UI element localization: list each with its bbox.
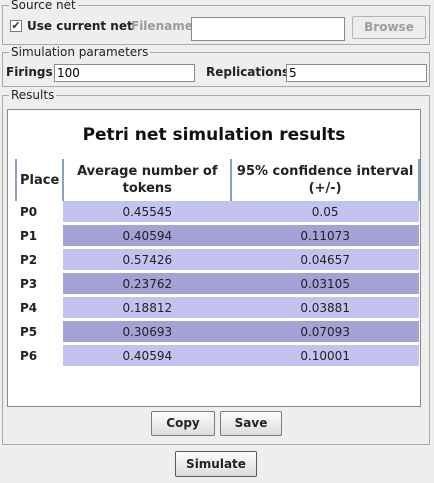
- firings-field[interactable]: [54, 64, 195, 82]
- firings-label: Firings:: [6, 65, 58, 79]
- filename-label: Filename:: [131, 19, 198, 33]
- average-tokens-cell: 0.45545: [63, 201, 232, 224]
- place-cell: P3: [16, 270, 64, 296]
- simulate-button[interactable]: Simulate: [175, 451, 257, 477]
- confidence-interval-cell: 0.03105: [231, 270, 419, 296]
- confidence-interval-cell: 0.05: [231, 201, 419, 224]
- use-current-net-option[interactable]: ✔ Use current net: [10, 19, 133, 33]
- results-legend: Results: [9, 88, 57, 102]
- place-cell: P6: [16, 342, 64, 366]
- average-tokens-cell: 0.40594: [63, 222, 232, 248]
- results-table: Place Average number of tokens 95% confi…: [14, 159, 420, 366]
- average-tokens-cell: 0.30693: [63, 318, 232, 344]
- use-current-net-checkbox[interactable]: ✔: [10, 20, 22, 32]
- place-cell: P2: [16, 246, 64, 272]
- results-view: Petri net simulation results Place Avera…: [7, 109, 421, 407]
- replications-label: Replications:: [206, 65, 294, 79]
- table-row: P0 0.45545 0.05: [16, 201, 419, 224]
- table-row: P2 0.57426 0.04657: [16, 246, 419, 272]
- table-row: P3 0.23762 0.03105: [16, 270, 419, 296]
- source-net-legend: Source net: [9, 0, 78, 12]
- filename-field[interactable]: [191, 17, 345, 41]
- confidence-interval-cell: 0.11073: [231, 222, 419, 248]
- place-cell: P4: [16, 294, 64, 320]
- average-tokens-cell: 0.23762: [63, 270, 232, 296]
- average-tokens-cell: 0.57426: [63, 246, 232, 272]
- copy-button[interactable]: Copy: [151, 411, 215, 436]
- column-header-average-tokens: Average number of tokens: [62, 159, 232, 201]
- table-row: P4 0.18812 0.03881: [16, 294, 419, 320]
- save-button[interactable]: Save: [220, 411, 282, 436]
- column-header-confidence-interval: 95% confidence interval (+/-): [230, 159, 420, 201]
- checkmark-icon: ✔: [11, 19, 21, 32]
- table-row: P6 0.40594 0.10001: [16, 342, 419, 366]
- column-header-place: Place: [14, 159, 64, 201]
- table-header-row: Place Average number of tokens 95% confi…: [14, 159, 420, 201]
- confidence-interval-cell: 0.10001: [231, 342, 419, 366]
- table-row: P5 0.30693 0.07093: [16, 318, 419, 344]
- table-row: P1 0.40594 0.11073: [16, 222, 419, 248]
- use-current-net-label: Use current net: [27, 19, 133, 33]
- confidence-interval-cell: 0.03881: [231, 294, 419, 320]
- average-tokens-cell: 0.18812: [63, 294, 232, 320]
- source-net-group: Source net ✔ Use current net Filename: B…: [2, 0, 430, 45]
- confidence-interval-cell: 0.04657: [231, 246, 419, 272]
- simulation-parameters-legend: Simulation parameters: [9, 45, 151, 59]
- place-cell: P5: [16, 318, 64, 344]
- replications-field[interactable]: [286, 64, 427, 82]
- results-title: Petri net simulation results: [82, 125, 346, 145]
- confidence-interval-cell: 0.07093: [231, 318, 419, 344]
- average-tokens-cell: 0.40594: [63, 342, 232, 366]
- simulation-parameters-group: Simulation parameters Firings: Replicati…: [2, 45, 430, 87]
- browse-button[interactable]: Browse: [352, 16, 426, 39]
- place-cell: P0: [16, 201, 64, 224]
- place-cell: P1: [16, 222, 64, 248]
